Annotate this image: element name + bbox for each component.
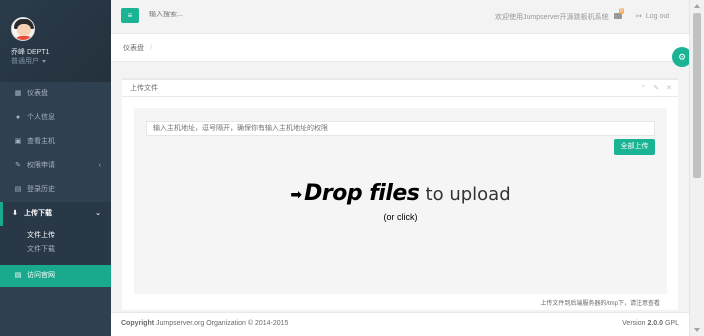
copyright-text: Jumpserver.org Organization © 2014-2015	[156, 320, 289, 327]
website-icon: ▤	[14, 272, 22, 279]
version-label: Version	[622, 320, 646, 327]
hamburger-icon: ≡	[127, 11, 133, 20]
host-address-input[interactable]	[146, 121, 655, 136]
breadcrumb-item-dashboard[interactable]: 仪表盘	[123, 45, 144, 52]
sidebar-item-label: 权限申请	[27, 162, 55, 169]
caret-down-icon	[42, 59, 46, 63]
upload-panel: 上传文件 ⌃ ✎ ✕ 全部上传 ➡Drop files to upload (o…	[122, 78, 678, 310]
panel-header: 上传文件 ⌃ ✎ ✕	[122, 80, 678, 97]
sidebar-item-label: 登录历史	[27, 186, 55, 193]
upload-all-button[interactable]: 全部上传	[614, 139, 655, 155]
sidebar-subitem-file-upload[interactable]: 文件上传	[0, 229, 111, 243]
dropzone-title-thin: to upload	[425, 184, 511, 205]
panel-tools: ⌃ ✎ ✕	[635, 80, 672, 97]
sidebar-nav: ▦ 仪表盘 ● 个人信息 ▣ 查看主机 ✎ 权限申请 ‹ ▤ 登录历史 ⬇ 上传下载 ⌄ 文…	[0, 82, 111, 287]
profile-role-dropdown[interactable]: 普通用户	[11, 57, 111, 66]
collapse-icon[interactable]: ⌃	[640, 85, 646, 92]
sidebar-item-visit-website[interactable]: ▤ 访问官网	[0, 265, 111, 287]
sidebar-item-login-history[interactable]: ▤ 登录历史	[0, 178, 111, 202]
profile-block: 乔峰 DEPT1 普通用户	[0, 0, 111, 82]
upload-note: 上传文件到后端服务器的/tmp下，请注意查看	[540, 301, 660, 307]
chevron-down-icon: ⌄	[95, 210, 101, 217]
dropzone-subtitle: (or click)	[383, 212, 418, 222]
mail-count-badge: 0	[619, 8, 624, 14]
breadcrumb: 仪表盘 /	[123, 43, 152, 53]
sidebar: 乔峰 DEPT1 普通用户 ▦ 仪表盘 ● 个人信息 ▣ 查看主机 ✎ 权限申请 ‹ ▤…	[0, 0, 111, 336]
user-icon: ●	[15, 114, 21, 121]
sidebar-item-upload-download[interactable]: ⬇ 上传下载 ⌄	[0, 202, 111, 226]
version-license: GPL	[664, 320, 679, 327]
sidebar-item-dashboard[interactable]: ▦ 仪表盘	[0, 82, 111, 106]
sidebar-item-label: 上传下载	[24, 210, 52, 217]
sidebar-item-label: 个人信息	[27, 114, 55, 121]
server-icon: ▣	[14, 138, 22, 145]
logout-label: Log out	[645, 13, 670, 20]
breadcrumb-separator: /	[150, 45, 152, 52]
menu-toggle-button[interactable]: ≡	[121, 8, 139, 23]
wrench-icon[interactable]: ✎	[653, 85, 659, 92]
arrow-right-icon: ➡	[290, 186, 303, 203]
copyright-label: Copyright	[121, 320, 155, 327]
history-icon: ▤	[14, 186, 22, 193]
logout-link[interactable]: ↦ Log out	[636, 12, 669, 20]
search-input[interactable]	[149, 11, 349, 18]
mail-button[interactable]: 0	[614, 8, 624, 19]
sidebar-item-profile[interactable]: ● 个人信息	[0, 106, 111, 130]
close-icon[interactable]: ✕	[666, 85, 672, 92]
dropzone-message[interactable]: ➡Drop files to upload (or click)	[134, 180, 667, 222]
edit-icon: ✎	[15, 162, 21, 169]
sidebar-subnav: 文件上传 文件下载	[0, 226, 111, 265]
version-number: 2.0.0	[647, 320, 664, 327]
breadcrumb-bar: 仪表盘 /	[111, 34, 689, 62]
sidebar-item-permission-request[interactable]: ✎ 权限申请 ‹	[0, 154, 111, 178]
dropzone-title: ➡Drop files to upload	[134, 180, 667, 208]
panel-title: 上传文件	[130, 85, 158, 92]
chevron-left-icon: ‹	[98, 162, 101, 169]
avatar[interactable]	[11, 17, 35, 41]
vertical-scrollbar[interactable]	[689, 0, 704, 336]
profile-role-label: 普通用户	[11, 58, 39, 65]
profile-name: 乔峰 DEPT1	[11, 49, 50, 56]
dropzone-title-bold: Drop files	[304, 181, 420, 206]
scroll-up-arrow-icon[interactable]	[694, 4, 700, 8]
top-navbar: ≡ 欢迎使用Jumpserver开源跳板机系统 0 ↦Log out	[111, 0, 689, 34]
sidebar-item-label: 访问官网	[27, 272, 55, 279]
file-dropzone[interactable]: 全部上传 ➡Drop files to upload (or click)	[134, 108, 667, 294]
download-icon: ⬇	[12, 210, 18, 217]
footer-version: Version 2.0.0 GPL	[622, 313, 679, 335]
scroll-down-arrow-icon[interactable]	[694, 328, 700, 332]
sidebar-item-label: 查看主机	[27, 138, 55, 145]
footer: Copyright Jumpserver.org Organization © …	[111, 312, 689, 336]
sidebar-subitem-file-download[interactable]: 文件下载	[0, 243, 111, 257]
sidebar-item-label: 仪表盘	[27, 90, 48, 97]
welcome-text: 欢迎使用Jumpserver开源跳板机系统	[495, 14, 609, 21]
gear-icon: ⚙	[677, 52, 687, 62]
footer-copyright: Copyright Jumpserver.org Organization © …	[121, 320, 288, 327]
scrollbar-thumb[interactable]	[693, 13, 701, 178]
sign-out-icon: ↦	[636, 13, 642, 20]
dashboard-icon: ▦	[14, 90, 22, 97]
sidebar-item-hosts[interactable]: ▣ 查看主机	[0, 130, 111, 154]
